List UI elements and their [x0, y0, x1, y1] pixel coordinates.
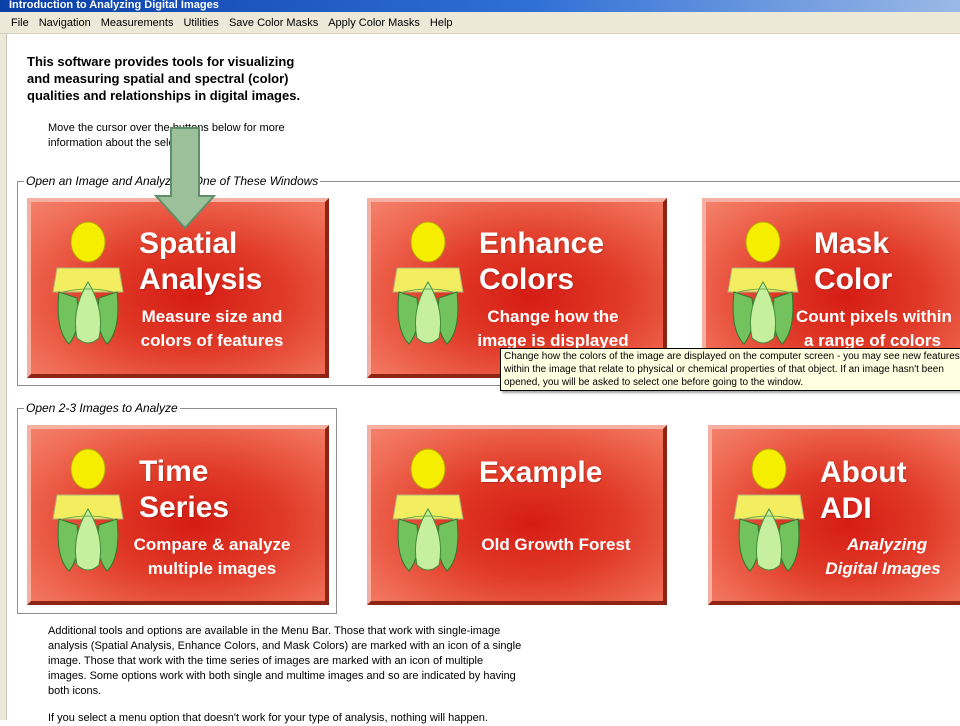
button-subtitle: multiple images — [147, 559, 277, 578]
window-title: Introduction to Analyzing Digital Images — [0, 0, 960, 12]
button-title: Mask — [814, 227, 890, 260]
button-title: Spatial — [139, 227, 238, 260]
intro-text: This software provides tools for visuali… — [27, 53, 357, 104]
button-subtitle: Digital Images — [825, 559, 941, 578]
button-title: ADI — [820, 492, 872, 525]
button-subtitle: Count pixels within — [796, 307, 952, 326]
tooltip-line: Change how the colors of the image are d… — [504, 351, 960, 362]
person-figure-icon — [726, 220, 800, 348]
button-title: Enhance — [479, 227, 605, 260]
help-line: image. Those that work with the time ser… — [48, 655, 484, 667]
menu-bar: File Navigation Measurements Utilities S… — [0, 12, 960, 34]
person-figure-icon — [732, 447, 806, 575]
intro-line: qualities and relationships in digital i… — [27, 88, 301, 103]
left-window-edge — [0, 34, 7, 720]
button-title: About — [820, 456, 907, 489]
menu-utilities[interactable]: Utilities — [178, 17, 223, 29]
intro-line: This software provides tools for visuali… — [27, 54, 295, 69]
button-subtitle: colors of features — [140, 331, 284, 350]
button-subtitle: Old Growth Forest — [481, 535, 631, 554]
tooltip-line: opened, you will be asked to select one … — [504, 377, 804, 388]
button-subtitle: Compare & analyze — [133, 535, 291, 554]
help-line: Additional tools and options are availab… — [48, 625, 501, 637]
button-subtitle: Measure size and — [141, 307, 283, 326]
help-line: analysis (Spatial Analysis, Enhance Colo… — [48, 640, 522, 652]
help-line: images. Some options work with both sing… — [48, 670, 516, 682]
about-adi-button[interactable]: About ADI Analyzing Digital Images — [708, 425, 960, 605]
button-subtitle: Change how the — [487, 307, 619, 326]
tooltip-line: within the image that relate to physical… — [504, 364, 944, 375]
time-series-button[interactable]: Time Series Compare & analyze multiple i… — [27, 425, 329, 605]
menu-option-note: If you select a menu option that doesn't… — [48, 712, 488, 724]
intro-line: and measuring spatial and spectral (colo… — [27, 71, 289, 86]
menu-apply-color-masks[interactable]: Apply Color Masks — [323, 17, 425, 29]
menu-measurements[interactable]: Measurements — [96, 17, 179, 29]
down-arrow-icon — [154, 127, 216, 230]
button-title: Series — [139, 491, 230, 524]
example-button[interactable]: Example Old Growth Forest — [367, 425, 667, 605]
menu-save-color-masks[interactable]: Save Color Masks — [224, 17, 323, 29]
button-title: Color — [814, 263, 893, 296]
button-subtitle: Analyzing — [846, 535, 928, 554]
button-title: Colors — [479, 263, 575, 296]
help-line: both icons. — [48, 685, 102, 697]
button-title: Example — [479, 456, 603, 489]
menu-help[interactable]: Help — [425, 17, 458, 29]
button-title: Time — [139, 455, 209, 488]
menu-file[interactable]: File — [6, 17, 34, 29]
button-tooltip: Change how the colors of the image are d… — [500, 348, 960, 391]
menu-navigation[interactable]: Navigation — [34, 17, 96, 29]
multi-image-group-legend: Open 2-3 Images to Analyze — [24, 401, 180, 415]
menu-bar-help-text: Additional tools and options are availab… — [48, 624, 588, 699]
button-title: Analysis — [139, 263, 263, 296]
